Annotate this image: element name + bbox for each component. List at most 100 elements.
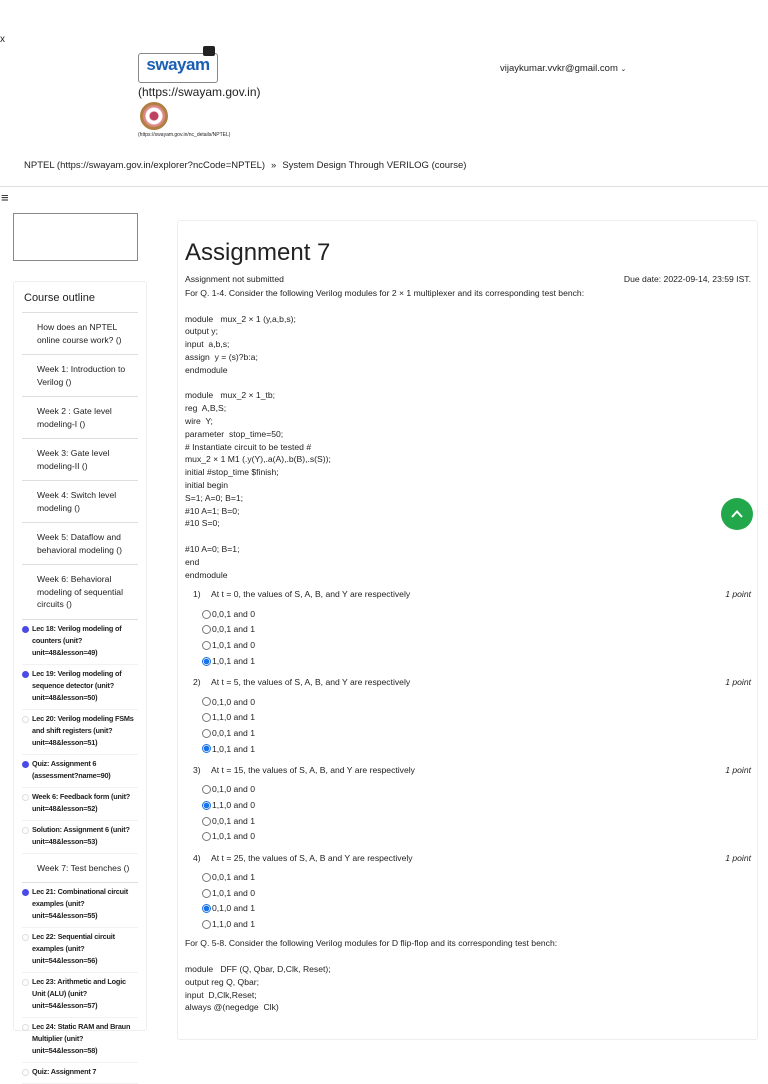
sidebar-lesson-item[interactable]: Lec 22: Sequential circuit examples (uni… xyxy=(22,928,138,973)
course-outline: Course outline How does an NPTEL online … xyxy=(13,281,147,1084)
answer-option[interactable]: 0,0,1 and 1 xyxy=(185,622,751,638)
code-line: module mux_2 × 1 (y,a,b,s); xyxy=(185,313,296,324)
answer-option[interactable]: 0,1,0 and 1 xyxy=(185,901,751,917)
answer-option[interactable]: 1,1,0 and 0 xyxy=(185,798,751,814)
answer-option[interactable]: 1,0,1 and 0 xyxy=(185,885,751,901)
close-button[interactable]: x xyxy=(0,34,5,45)
option-label: 0,1,0 and 0 xyxy=(212,696,256,707)
sidebar-lesson-item[interactable]: Lec 19: Verilog modeling of sequence det… xyxy=(22,665,138,710)
sidebar-week-item[interactable]: Week 1: Introduction to Verilog () xyxy=(22,355,138,397)
sidebar-lesson-item[interactable]: Lec 21: Combinational circuit examples (… xyxy=(22,883,138,928)
sidebar-lesson-item[interactable]: Lec 24: Static RAM and Braun Multiplier … xyxy=(22,1018,138,1063)
code-block: module DFF (Q, Qbar, D,Clk, Reset); outpu… xyxy=(185,963,751,1014)
radio-button[interactable] xyxy=(202,872,211,882)
lesson-label: Lec 18: Verilog modeling of counters (un… xyxy=(32,623,122,657)
swayam-link[interactable]: (https://swayam.gov.in) xyxy=(138,85,260,99)
sidebar-lesson-item[interactable]: Lec 23: Arithmetic and Logic Unit (ALU) … xyxy=(22,973,138,1018)
sidebar-week-item[interactable]: How does an NPTEL online course work? () xyxy=(22,313,138,355)
radio-button[interactable] xyxy=(202,888,211,898)
completion-status-icon xyxy=(22,826,29,834)
option-label: 0,0,1 and 0 xyxy=(212,608,256,619)
question-text: 4) At t = 25, the values of S, A, B and … xyxy=(193,852,413,866)
question-header: 3) At t = 15, the values of S, A, B, and… xyxy=(185,764,751,778)
answer-option[interactable]: 1,0,1 and 1 xyxy=(185,653,751,669)
question-points: 1 point xyxy=(725,677,751,688)
code-line: module DFF (Q, Qbar, D,Clk, Reset); xyxy=(185,963,331,974)
breadcrumb-separator: » xyxy=(271,160,277,171)
sidebar-week-item[interactable]: Week 5: Dataflow and behavioral modeling… xyxy=(22,523,138,565)
option-label: 0,0,1 and 1 xyxy=(212,727,256,738)
user-menu[interactable]: vijaykumar.vvkr@gmail.com ⌄ xyxy=(500,63,626,74)
code-line: end xyxy=(185,556,200,567)
sidebar-week-item[interactable]: Week 3: Gate level modeling-II () xyxy=(22,439,138,481)
option-label: 1,0,1 and 0 xyxy=(212,831,256,842)
question-points: 1 point xyxy=(725,852,751,863)
radio-button[interactable] xyxy=(202,919,211,929)
radio-button[interactable] xyxy=(202,832,211,842)
option-label: 1,1,0 and 1 xyxy=(212,919,256,930)
question-header: 2) At t = 5, the values of S, A, B, and … xyxy=(185,676,751,690)
radio-button[interactable] xyxy=(202,800,211,810)
answer-option[interactable]: 0,0,1 and 1 xyxy=(185,870,751,886)
option-label: 1,1,0 and 1 xyxy=(212,712,256,723)
option-label: 1,1,0 and 0 xyxy=(212,799,256,810)
sidebar-week-item[interactable]: Week 2 : Gate level modeling-I () xyxy=(22,397,138,439)
radio-button[interactable] xyxy=(202,816,211,826)
breadcrumb-course[interactable]: System Design Through VERILOG (course) xyxy=(282,160,466,171)
sidebar-week-item[interactable]: Week 6: Behavioral modeling of sequentia… xyxy=(22,565,138,620)
scroll-to-top-button[interactable] xyxy=(721,498,753,530)
swayam-logo[interactable]: swayam xyxy=(138,46,218,83)
radio-button[interactable] xyxy=(202,641,211,651)
answer-option[interactable]: 0,0,1 and 1 xyxy=(185,725,751,741)
code-line: assign y = (s)?b:a; xyxy=(185,351,258,362)
option-label: 1,0,1 and 1 xyxy=(212,743,256,754)
answer-option[interactable]: 0,1,0 and 0 xyxy=(185,694,751,710)
answer-option[interactable]: 1,0,1 and 1 xyxy=(185,741,751,757)
question-prompt: At t = 0, the values of S, A, B, and Y a… xyxy=(211,589,411,600)
answer-option[interactable]: 1,0,1 and 0 xyxy=(185,829,751,845)
code-line: always @(negedge Clk) xyxy=(185,1002,279,1013)
answer-option[interactable]: 1,0,1 and 0 xyxy=(185,638,751,654)
radio-button[interactable] xyxy=(202,713,211,723)
answer-option[interactable]: 0,0,1 and 1 xyxy=(185,813,751,829)
sidebar-lesson-item[interactable]: Lec 20: Verilog modeling FSMs and shift … xyxy=(22,710,138,755)
search-box[interactable] xyxy=(13,213,138,261)
radio-button[interactable] xyxy=(202,656,211,666)
answer-option[interactable]: 1,1,0 and 1 xyxy=(185,917,751,933)
sidebar-lesson-item[interactable]: Week 6: Feedback form (unit?unit=48&less… xyxy=(22,788,138,821)
radio-button[interactable] xyxy=(202,785,211,795)
sidebar-week-item[interactable]: Week 4: Switch level modeling () xyxy=(22,481,138,523)
lesson-label: Lec 19: Verilog modeling of sequence det… xyxy=(32,668,122,702)
option-label: 1,0,1 and 1 xyxy=(212,655,256,666)
question-prompt: At t = 5, the values of S, A, B, and Y a… xyxy=(211,677,411,688)
question-number: 4) xyxy=(193,852,201,863)
radio-button[interactable] xyxy=(202,697,211,707)
radio-button[interactable] xyxy=(202,728,211,738)
answer-option[interactable]: 0,1,0 and 0 xyxy=(185,782,751,798)
breadcrumb-nptel[interactable]: NPTEL (https://swayam.gov.in/explorer?nc… xyxy=(24,160,265,171)
question-text: 2) At t = 5, the values of S, A, B, and … xyxy=(193,676,410,690)
sidebar-week-item[interactable]: Week 7: Test benches () xyxy=(22,854,138,883)
question-header: 4) At t = 25, the values of S, A, B and … xyxy=(185,852,751,866)
answer-option[interactable]: 1,1,0 and 1 xyxy=(185,710,751,726)
chevron-down-icon: ⌄ xyxy=(620,66,627,73)
sidebar-lesson-item[interactable]: Lec 18: Verilog modeling of counters (un… xyxy=(22,620,138,665)
nptel-link[interactable]: (https://swayam.gov.in/nc_details/NPTEL) xyxy=(138,132,230,138)
sidebar-lesson-item[interactable]: Quiz: Assignment 6 (assessment?name=90) xyxy=(22,755,138,788)
nptel-logo[interactable] xyxy=(140,102,168,130)
answer-option[interactable]: 0,0,1 and 0 xyxy=(185,606,751,622)
code-line: initial begin xyxy=(185,479,228,490)
options-group: 0,1,0 and 0 1,1,0 and 0 0,0,1 and 1 1,0,1 a… xyxy=(185,782,751,845)
radio-button[interactable] xyxy=(202,744,211,754)
course-outline-title: Course outline xyxy=(22,282,138,313)
option-label: 0,0,1 and 1 xyxy=(212,624,256,635)
radio-button[interactable] xyxy=(202,625,211,635)
sidebar-lesson-item[interactable]: Quiz: Assignment 7 xyxy=(22,1063,138,1084)
radio-button[interactable] xyxy=(202,904,211,914)
radio-button[interactable] xyxy=(202,609,211,619)
hamburger-menu-icon[interactable]: ≡ xyxy=(1,191,9,204)
sidebar-lesson-item[interactable]: Solution: Assignment 6 (unit?unit=48&les… xyxy=(22,821,138,854)
logo-text: swayam xyxy=(146,55,210,74)
